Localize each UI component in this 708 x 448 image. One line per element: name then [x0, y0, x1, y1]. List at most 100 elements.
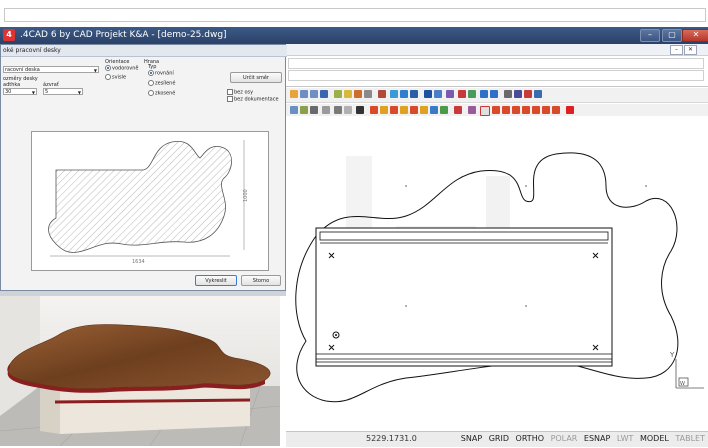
- tool-icon[interactable]: [300, 90, 308, 98]
- chevron-down-icon: ▼: [31, 90, 35, 95]
- tool-icon[interactable]: [344, 106, 352, 114]
- worktop-type-combo[interactable]: racovní deska ▼: [3, 66, 99, 73]
- tool-icon[interactable]: [430, 106, 438, 114]
- top-input-field[interactable]: [4, 8, 706, 22]
- tool-icon[interactable]: [502, 106, 510, 114]
- tool-icon[interactable]: [512, 106, 520, 114]
- tool-icon[interactable]: [370, 106, 378, 114]
- dimension-height: 1000: [243, 189, 249, 202]
- coordinate-readout: 5229.1731.0: [366, 434, 417, 443]
- edge-straight-radio[interactable]: rovnání: [148, 70, 174, 77]
- tool-icon[interactable]: [542, 106, 550, 114]
- tool-icon[interactable]: [390, 90, 398, 98]
- status-toggles: SNAP GRID ORTHO POLAR ESNAP LWT MODEL TA…: [457, 434, 705, 443]
- draw-button[interactable]: Vykreslit: [195, 275, 237, 286]
- tool-icon[interactable]: [492, 106, 500, 114]
- mdi-close-button[interactable]: ✕: [684, 45, 697, 55]
- tool-icon[interactable]: [522, 106, 530, 114]
- tool-icon[interactable]: [532, 106, 540, 114]
- minimize-button[interactable]: –: [640, 29, 660, 42]
- ucs-w-label: W: [680, 381, 685, 387]
- tool-icon[interactable]: [410, 90, 418, 98]
- tool-icon[interactable]: [468, 90, 476, 98]
- tool-icon[interactable]: [454, 106, 462, 114]
- determine-direction-button[interactable]: Určit směr: [230, 72, 282, 83]
- title-bar: 4 .4CAD 6 by CAD Projekt K&A - [demo-25.…: [0, 27, 708, 44]
- tool-icon[interactable]: [354, 90, 362, 98]
- tool-icon[interactable]: [480, 90, 488, 98]
- tool-icon[interactable]: [424, 90, 432, 98]
- tool-icon[interactable]: [344, 90, 352, 98]
- toolbar-row-1: [286, 88, 708, 103]
- tool-icon[interactable]: [480, 106, 490, 116]
- tool-icon[interactable]: [310, 90, 318, 98]
- tool-icon[interactable]: [334, 106, 342, 114]
- chevron-down-icon: ▼: [77, 90, 81, 95]
- tool-icon[interactable]: [300, 106, 308, 114]
- polar-toggle[interactable]: POLAR: [551, 434, 578, 443]
- no-documentation-checkbox[interactable]: bez dokumentace: [227, 96, 279, 103]
- top-strip: [0, 0, 708, 26]
- snap-toggle[interactable]: SNAP: [461, 434, 482, 443]
- tool-icon[interactable]: [458, 90, 466, 98]
- maximize-button[interactable]: ▢: [662, 29, 682, 42]
- command-history-line: [288, 58, 704, 69]
- tool-icon[interactable]: [380, 106, 388, 114]
- tool-icon[interactable]: [524, 90, 532, 98]
- cancel-button[interactable]: Storno: [241, 275, 281, 286]
- table-frame[interactable]: [315, 227, 613, 367]
- tool-icon[interactable]: [400, 90, 408, 98]
- tool-icon[interactable]: [446, 90, 454, 98]
- tool-icon[interactable]: [504, 90, 512, 98]
- tool-icon[interactable]: [420, 106, 428, 114]
- tool-icon[interactable]: [290, 90, 298, 98]
- drawing-canvas[interactable]: Y W: [286, 116, 708, 431]
- shape-preview: 1634 1000: [31, 131, 269, 271]
- ortho-toggle[interactable]: ORTHO: [516, 434, 544, 443]
- tool-icon[interactable]: [290, 106, 298, 114]
- app-icon[interactable]: 4: [3, 29, 15, 41]
- width-combo[interactable]: 30 ▼: [3, 88, 37, 95]
- tool-icon[interactable]: [566, 106, 574, 114]
- edge-reinforced-radio[interactable]: zesílené: [148, 80, 175, 87]
- tool-icon[interactable]: [552, 106, 560, 114]
- mdi-minimize-button[interactable]: –: [670, 45, 683, 55]
- table-render: [0, 296, 281, 447]
- cad-drawing: Y W: [295, 152, 704, 403]
- tool-icon[interactable]: [356, 106, 364, 114]
- tool-icon[interactable]: [410, 106, 418, 114]
- tool-icon[interactable]: [310, 106, 318, 114]
- tool-icon[interactable]: [390, 106, 398, 114]
- tool-icon[interactable]: [514, 90, 522, 98]
- model-toggle[interactable]: MODEL: [640, 434, 669, 443]
- chevron-down-icon: ▼: [93, 68, 97, 73]
- tool-icon[interactable]: [334, 90, 342, 98]
- tool-icon[interactable]: [400, 106, 408, 114]
- tool-icon[interactable]: [364, 90, 372, 98]
- dialog-title: oké pracovní desky: [1, 45, 287, 57]
- lwt-toggle[interactable]: LWT: [617, 434, 634, 443]
- tool-icon[interactable]: [434, 90, 442, 98]
- dimension-width: 1634: [132, 259, 145, 265]
- rounding-combo[interactable]: 5 ▼: [43, 88, 83, 95]
- close-button[interactable]: ✕: [682, 29, 708, 42]
- command-input-line[interactable]: [288, 70, 704, 81]
- mdi-bar: – ✕: [286, 44, 708, 56]
- orientation-horizontal-radio[interactable]: vodorovně: [105, 65, 138, 72]
- render-image: [0, 296, 281, 447]
- preview-drawing: 1634 1000: [48, 140, 249, 265]
- tablet-toggle[interactable]: TABLET: [675, 434, 705, 443]
- tool-icon[interactable]: [440, 106, 448, 114]
- no-axis-checkbox[interactable]: bez osy: [227, 89, 253, 96]
- tool-icon[interactable]: [490, 90, 498, 98]
- tool-icon[interactable]: [534, 90, 542, 98]
- command-area: [286, 56, 708, 87]
- edge-beveled-radio[interactable]: zkosené: [148, 90, 175, 97]
- tool-icon[interactable]: [468, 106, 476, 114]
- tool-icon[interactable]: [320, 90, 328, 98]
- tool-icon[interactable]: [378, 90, 386, 98]
- orientation-vertical-radio[interactable]: svisle: [105, 74, 126, 81]
- grid-toggle[interactable]: GRID: [489, 434, 509, 443]
- tool-icon[interactable]: [322, 106, 330, 114]
- esnap-toggle[interactable]: ESNAP: [584, 434, 610, 443]
